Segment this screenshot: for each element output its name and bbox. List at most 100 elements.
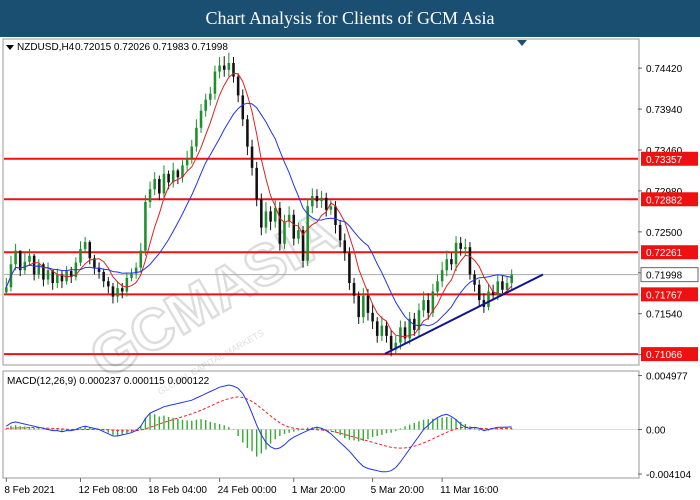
candle-body — [107, 281, 110, 287]
candle-body — [297, 230, 300, 239]
current-price-label: 0.71998 — [646, 271, 683, 282]
candle-body — [28, 255, 31, 262]
candle-body — [311, 196, 314, 207]
time-tick-label: 18 Feb 04:00 — [148, 485, 207, 496]
candle-body — [380, 325, 384, 336]
candle-body — [79, 248, 82, 263]
macd-tick-label: -0.004104 — [646, 470, 691, 481]
candle-body — [292, 214, 296, 239]
price-tick-label: 0.73940 — [646, 105, 683, 116]
time-tick-label: 24 Feb 00:00 — [218, 485, 277, 496]
candle-body — [236, 76, 240, 96]
candle-body — [450, 259, 453, 265]
candle-body — [371, 312, 374, 322]
price-tick-label: 0.72500 — [646, 228, 683, 239]
candle-body — [246, 119, 249, 147]
candle-body — [227, 63, 231, 70]
level-label: 0.71767 — [646, 290, 683, 301]
candle-body — [241, 95, 245, 120]
candle-body — [190, 146, 194, 159]
candle-body — [329, 206, 333, 210]
candle-body — [352, 283, 356, 296]
candle-body — [487, 291, 490, 307]
candle-body — [209, 93, 212, 100]
candle-body — [454, 242, 458, 265]
candle-body — [501, 281, 504, 290]
candle-body — [334, 206, 337, 226]
candle-body — [338, 225, 342, 241]
macd-panel-frame — [2, 370, 640, 479]
candle-body — [111, 286, 115, 297]
candle-body — [199, 110, 203, 128]
candle-body — [185, 158, 189, 166]
candle-body — [505, 283, 509, 290]
candle-body — [510, 274, 513, 283]
price-tick-label: 0.74420 — [646, 64, 683, 75]
candle-body — [250, 146, 254, 168]
candle-body — [315, 196, 319, 202]
candle-body — [264, 211, 268, 228]
candle-body — [440, 270, 444, 282]
level-label: 0.73357 — [646, 155, 683, 166]
candle-body — [139, 250, 143, 268]
candle-body — [445, 259, 449, 271]
price-panel-frame — [2, 38, 640, 366]
macd-tick-label: 0.004977 — [646, 372, 688, 383]
chart-area[interactable]: GCMASIA GLOBAL CAPITAL MARKETS 0.744200.… — [0, 37, 700, 500]
time-tick-label: 12 Feb 08:00 — [79, 485, 138, 496]
ohlc-values: 0.72015 0.72026 0.71983 0.71998 — [75, 42, 228, 53]
candle-body — [18, 250, 22, 271]
candle-body — [88, 242, 92, 259]
candle-body — [213, 71, 217, 94]
candle-body — [366, 295, 370, 313]
time-tick-label: 8 Feb 2021 — [4, 485, 55, 496]
candle-body — [120, 288, 124, 292]
candle-body — [426, 300, 430, 313]
candle-body — [362, 295, 365, 318]
candle-body — [375, 321, 379, 336]
candle-body — [422, 300, 425, 311]
candle-body — [46, 270, 50, 280]
candle-body — [255, 167, 258, 200]
candle-body — [102, 271, 105, 282]
macd-tick-label: 0.00 — [646, 425, 666, 436]
candle-body — [195, 127, 198, 147]
candle-body — [477, 284, 481, 301]
candle-body — [176, 170, 180, 178]
chart-banner-title: Chart Analysis for Clients of GCM Asia — [0, 0, 700, 37]
candle-body — [348, 253, 351, 283]
candle-body — [357, 295, 360, 318]
candle-body — [320, 197, 323, 202]
candle-body — [222, 65, 226, 70]
candle-body — [385, 325, 388, 336]
candle-body — [218, 65, 221, 72]
candle-body — [14, 250, 17, 265]
candle-body — [125, 277, 129, 292]
candle-body — [204, 99, 207, 111]
candle-body — [260, 199, 263, 228]
candle-body — [162, 173, 166, 194]
macd-label: MACD(12,26,9) 0.000237 0.000115 0.000122 — [7, 376, 210, 387]
candle-body — [83, 242, 87, 249]
candle-body — [167, 173, 170, 183]
candle-body — [144, 202, 147, 251]
price-tick-label: 0.71540 — [646, 310, 683, 321]
level-label: 0.71066 — [646, 350, 683, 361]
candle-body — [324, 197, 328, 210]
time-tick-label: 5 Mar 20:00 — [371, 485, 425, 496]
candle-body — [464, 247, 467, 249]
candle-body — [5, 287, 8, 293]
candle-body — [56, 274, 59, 283]
candle-body — [468, 247, 472, 275]
candle-body — [148, 189, 152, 202]
candle-body — [436, 281, 439, 292]
candle-body — [158, 178, 161, 194]
candle-body — [32, 255, 36, 275]
candle-body — [283, 221, 286, 244]
time-tick-label: 11 Mar 16:00 — [440, 485, 499, 496]
candle-body — [130, 273, 133, 278]
candle-body — [389, 335, 393, 350]
candle-body — [269, 211, 272, 222]
candle-body — [273, 207, 277, 222]
candle-body — [278, 207, 282, 244]
